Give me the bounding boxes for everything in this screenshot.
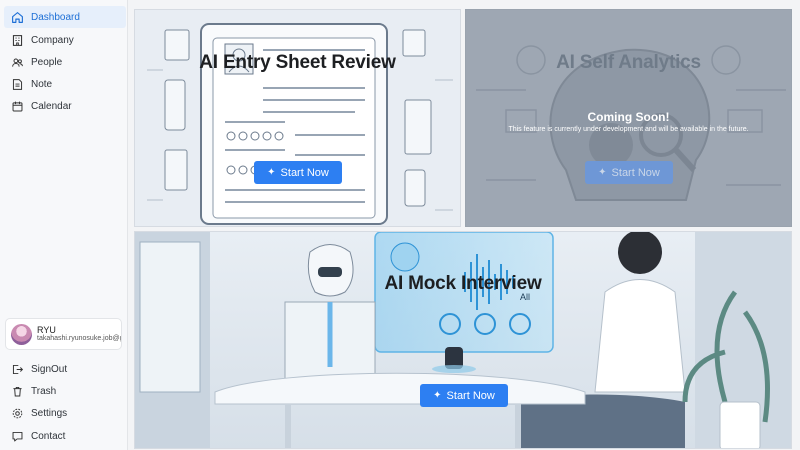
sidebar-item-people[interactable]: People: [4, 51, 126, 73]
user-email: takahashi.ryunosuke.job@g: [37, 335, 121, 343]
chat-icon: [11, 430, 24, 443]
avatar: [11, 323, 32, 345]
start-now-button[interactable]: ✦ Start Now: [254, 161, 342, 184]
button-label: Start Now: [280, 166, 329, 179]
sidebar-item-label: Settings: [31, 407, 68, 419]
coming-soon-description: This feature is currently under developm…: [508, 126, 749, 133]
signout-icon: [11, 363, 24, 376]
sparkle-icon: ✦: [433, 390, 442, 401]
card-mock-interview[interactable]: All AI Mock Interview ✦ Start Now: [134, 231, 792, 449]
sidebar-item-label: Trash: [31, 385, 57, 397]
start-now-button-disabled: ✦ Start Now: [585, 161, 673, 184]
gear-icon: [11, 407, 24, 420]
user-name: RYU: [37, 325, 56, 335]
card-title: AI Mock Interview: [384, 273, 542, 294]
sidebar-item-trash[interactable]: Trash: [4, 380, 126, 402]
user-card[interactable]: RYU takahashi.ryunosuke.job@g: [5, 318, 122, 350]
sidebar-item-label: Calendar: [31, 100, 72, 112]
sidebar-item-label: Contact: [31, 430, 66, 442]
sidebar-item-dashboard[interactable]: Dashboard: [4, 6, 126, 28]
sidebar-item-label: Company: [31, 34, 74, 46]
home-icon: [11, 11, 24, 24]
sidebar-item-company[interactable]: Company: [4, 29, 126, 51]
sidebar-item-signout[interactable]: SignOut: [4, 358, 126, 380]
sidebar: Dashboard Company People Note Calendar R…: [0, 0, 128, 450]
calendar-icon: [11, 100, 24, 113]
sparkle-icon: ✦: [267, 167, 276, 178]
card-title: AI Self Analytics: [556, 52, 701, 73]
sidebar-item-calendar[interactable]: Calendar: [4, 95, 126, 117]
button-label: Start Now: [446, 389, 495, 402]
coming-soon-text: Coming Soon!: [587, 110, 670, 124]
sidebar-item-label: Note: [31, 78, 53, 90]
button-label: Start Now: [611, 166, 660, 179]
note-icon: [11, 78, 24, 91]
building-icon: [11, 34, 24, 47]
sidebar-item-label: People: [31, 56, 63, 68]
sidebar-item-label: Dashboard: [31, 11, 80, 23]
sidebar-item-note[interactable]: Note: [4, 73, 126, 95]
start-now-button[interactable]: ✦ Start Now: [420, 384, 508, 407]
sidebar-item-settings[interactable]: Settings: [4, 402, 126, 424]
trash-icon: [11, 385, 24, 398]
people-icon: [11, 56, 24, 69]
sparkle-icon: ✦: [598, 167, 607, 178]
card-self-analytics: AI Self Analytics Coming Soon! This feat…: [465, 9, 792, 227]
card-title: AI Entry Sheet Review: [199, 52, 396, 73]
card-entry-sheet[interactable]: AI Entry Sheet Review ✦ Start Now: [134, 9, 461, 227]
sidebar-item-contact[interactable]: Contact: [4, 425, 126, 447]
sidebar-item-label: SignOut: [31, 363, 68, 375]
mock-interview-illustration: All: [135, 232, 791, 448]
entry-sheet-illustration: [135, 10, 460, 226]
